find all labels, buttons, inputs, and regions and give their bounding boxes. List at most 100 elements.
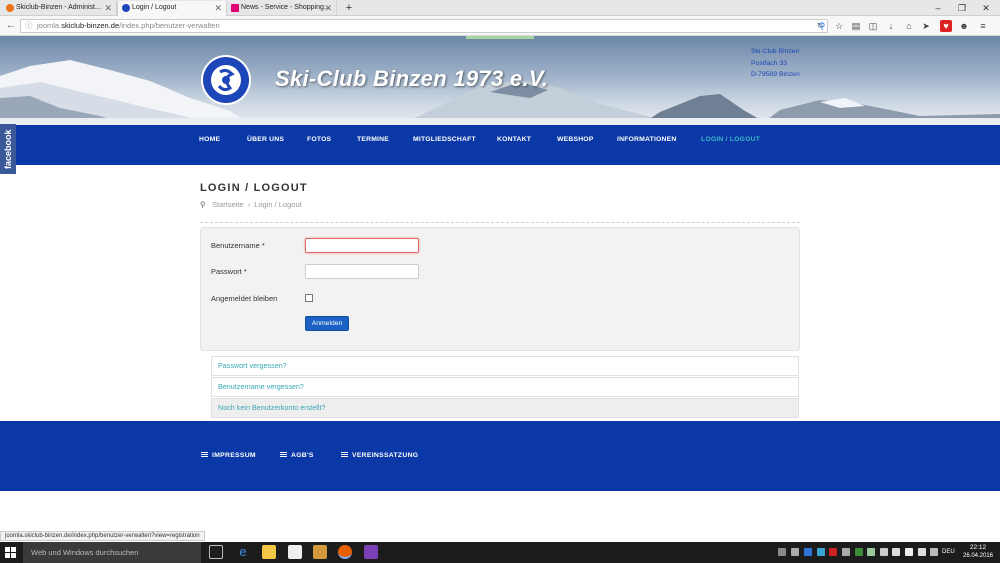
tab-news-service[interactable]: News - Service - Shopping... ✕ <box>227 1 337 16</box>
tray-skype-icon[interactable] <box>817 548 825 556</box>
footer-link-label: VEREINSSATZUNG <box>352 452 419 459</box>
search-icon[interactable]: ⚲ <box>816 20 828 32</box>
facebook-tab[interactable]: facebook <box>0 124 16 174</box>
footer-link-vereinssatzung[interactable]: VEREINSSATZUNG <box>341 452 418 459</box>
tray-app2-icon[interactable] <box>867 548 875 556</box>
menu-item-mitgliedschaft[interactable]: MITGLIEDSCHAFT <box>413 125 476 165</box>
chat-icon[interactable]: ☻ <box>958 20 970 32</box>
tray-chevron-icon[interactable] <box>778 548 786 556</box>
remember-me-label: Angemeldet bleiben <box>211 294 278 303</box>
tray-bluetooth-icon[interactable] <box>804 548 812 556</box>
menu-item-termine[interactable]: TERMINE <box>357 125 389 165</box>
content-divider <box>200 222 800 223</box>
home-icon[interactable]: ⌂ <box>903 20 915 32</box>
tray-app-icon[interactable] <box>842 548 850 556</box>
tray-nvidia-icon[interactable] <box>855 548 863 556</box>
minimize-icon[interactable]: – <box>926 0 950 16</box>
login-submit-button[interactable]: Anmelden <box>305 316 349 331</box>
password-input[interactable] <box>305 264 419 279</box>
windows-start-icon[interactable] <box>5 547 16 558</box>
menu-item-home[interactable]: HOME <box>199 125 220 165</box>
close-icon[interactable]: ✕ <box>324 1 332 15</box>
username-label: Benutzername * <box>211 241 265 250</box>
tray-network-icon[interactable] <box>892 548 900 556</box>
firefox-icon[interactable] <box>338 545 352 559</box>
clock-date[interactable]: 26.04.2016 <box>960 553 996 559</box>
site-header: Ski-Club Binzen 1973 e.V. Ski-Club Binze… <box>0 36 1000 125</box>
breadcrumb-link-home[interactable]: Startseite <box>212 200 244 209</box>
breadcrumb-current: Login / Logout <box>254 200 302 209</box>
chevron-right-icon: › <box>247 200 251 209</box>
username-input[interactable] <box>305 238 419 253</box>
media-player-icon[interactable] <box>313 545 327 559</box>
footer-link-label: IMPRESSUM <box>212 452 256 459</box>
send-icon[interactable]: ➤ <box>920 20 932 32</box>
site-footer: IMPRESSUM AGB'S VEREINSSATZUNG <box>0 421 1000 491</box>
reading-list-icon[interactable]: ▤ <box>850 20 862 32</box>
club-logo <box>200 54 252 106</box>
windows-taskbar: Web und Windows durchsuchen e DEU 22:12 … <box>0 542 1000 563</box>
tray-wifi-icon[interactable] <box>918 548 926 556</box>
taskbar-search-input[interactable]: Web und Windows durchsuchen <box>23 542 201 563</box>
list-icon <box>341 452 348 457</box>
url-domain: skiclub-binzen.de <box>61 21 120 30</box>
restore-icon[interactable]: ❐ <box>950 0 974 16</box>
menu-item-webshop[interactable]: WEBSHOP <box>557 125 594 165</box>
address-line: D-79589 Binzen <box>751 71 800 78</box>
download-icon[interactable]: ↓ <box>885 20 897 32</box>
page-title: LOGIN / LOGOUT <box>200 182 308 194</box>
url-path: /index.php/benutzer-verwalten <box>119 21 220 30</box>
menu-item-login-logout[interactable]: LOGIN / LOGOUT <box>701 125 760 165</box>
site-title[interactable]: Ski-Club Binzen 1973 e.V. <box>275 66 548 92</box>
close-icon[interactable]: ✕ <box>214 1 222 15</box>
address-bar[interactable]: ⓘ joomla.skiclub-binzen.de/index.php/ben… <box>20 19 828 33</box>
url-prefix: joomla. <box>37 21 62 30</box>
tray-antivirus-icon[interactable] <box>829 548 837 556</box>
browser-tab-bar: Skiclub-Binzen - Administ... ✕ Login / L… <box>0 0 1000 16</box>
bookmark-star-icon[interactable]: ☆ <box>833 20 845 32</box>
tab-label: News - Service - Shopping... <box>241 4 330 11</box>
file-explorer-icon[interactable] <box>262 545 276 559</box>
menu-item-fotos[interactable]: FOTOS <box>307 125 331 165</box>
list-icon <box>280 452 287 457</box>
edge-browser-icon[interactable]: e <box>236 545 250 559</box>
register-link[interactable]: Noch kein Benutzerkonto erstellt? <box>211 398 799 418</box>
info-icon: ⓘ <box>25 21 33 30</box>
address-line: Postfach 33 <box>751 59 787 67</box>
tab-skiclub-admin[interactable]: Skiclub-Binzen - Administ... ✕ <box>2 1 117 16</box>
list-icon <box>201 452 208 457</box>
tray-notifications-icon[interactable] <box>930 548 938 556</box>
footer-link-agbs[interactable]: AGB'S <box>280 452 314 459</box>
tray-volume-icon[interactable] <box>905 548 913 556</box>
close-window-icon[interactable]: ✕ <box>974 0 998 16</box>
joomla-favicon-icon <box>6 4 14 12</box>
tab-label: Login / Logout <box>132 4 177 11</box>
map-pin-icon: ⚲ <box>200 200 206 209</box>
back-arrow-icon[interactable]: ← <box>4 19 18 33</box>
footer-link-impressum[interactable]: IMPRESSUM <box>201 452 256 459</box>
forgot-password-link[interactable]: Passwort vergessen? <box>211 356 799 376</box>
remember-me-checkbox[interactable] <box>305 294 313 302</box>
close-icon[interactable]: ✕ <box>104 1 112 15</box>
breadcrumb: ⚲ Startseite › Login / Logout <box>200 200 302 209</box>
tray-app3-icon[interactable] <box>880 548 888 556</box>
addon-icon[interactable]: ♥ <box>940 20 952 32</box>
tab-login-logout[interactable]: Login / Logout ✕ <box>117 1 227 16</box>
app-icon[interactable] <box>364 545 378 559</box>
forgot-username-link[interactable]: Benutzername vergessen? <box>211 377 799 397</box>
menu-item-ueber-uns[interactable]: ÜBER UNS <box>247 125 284 165</box>
new-tab-button[interactable]: + <box>337 0 361 16</box>
store-icon[interactable] <box>288 545 302 559</box>
menu-hamburger-icon[interactable]: ≡ <box>977 20 989 32</box>
task-view-icon[interactable] <box>209 545 223 559</box>
clock-time[interactable]: 22:12 <box>960 544 996 551</box>
skiclub-favicon-icon <box>122 4 130 12</box>
menu-item-kontakt[interactable]: KONTAKT <box>497 125 531 165</box>
pocket-icon[interactable]: ◫ <box>867 20 879 32</box>
tray-cloud-icon[interactable] <box>791 548 799 556</box>
language-indicator[interactable]: DEU <box>942 549 955 555</box>
login-form: Benutzername * Passwort * Angemeldet ble… <box>200 227 800 351</box>
menu-item-informationen[interactable]: INFORMATIONEN <box>617 125 677 165</box>
main-navigation: HOME ÜBER UNS FOTOS TERMINE MITGLIEDSCHA… <box>0 125 1000 165</box>
telekom-favicon-icon <box>231 4 239 12</box>
